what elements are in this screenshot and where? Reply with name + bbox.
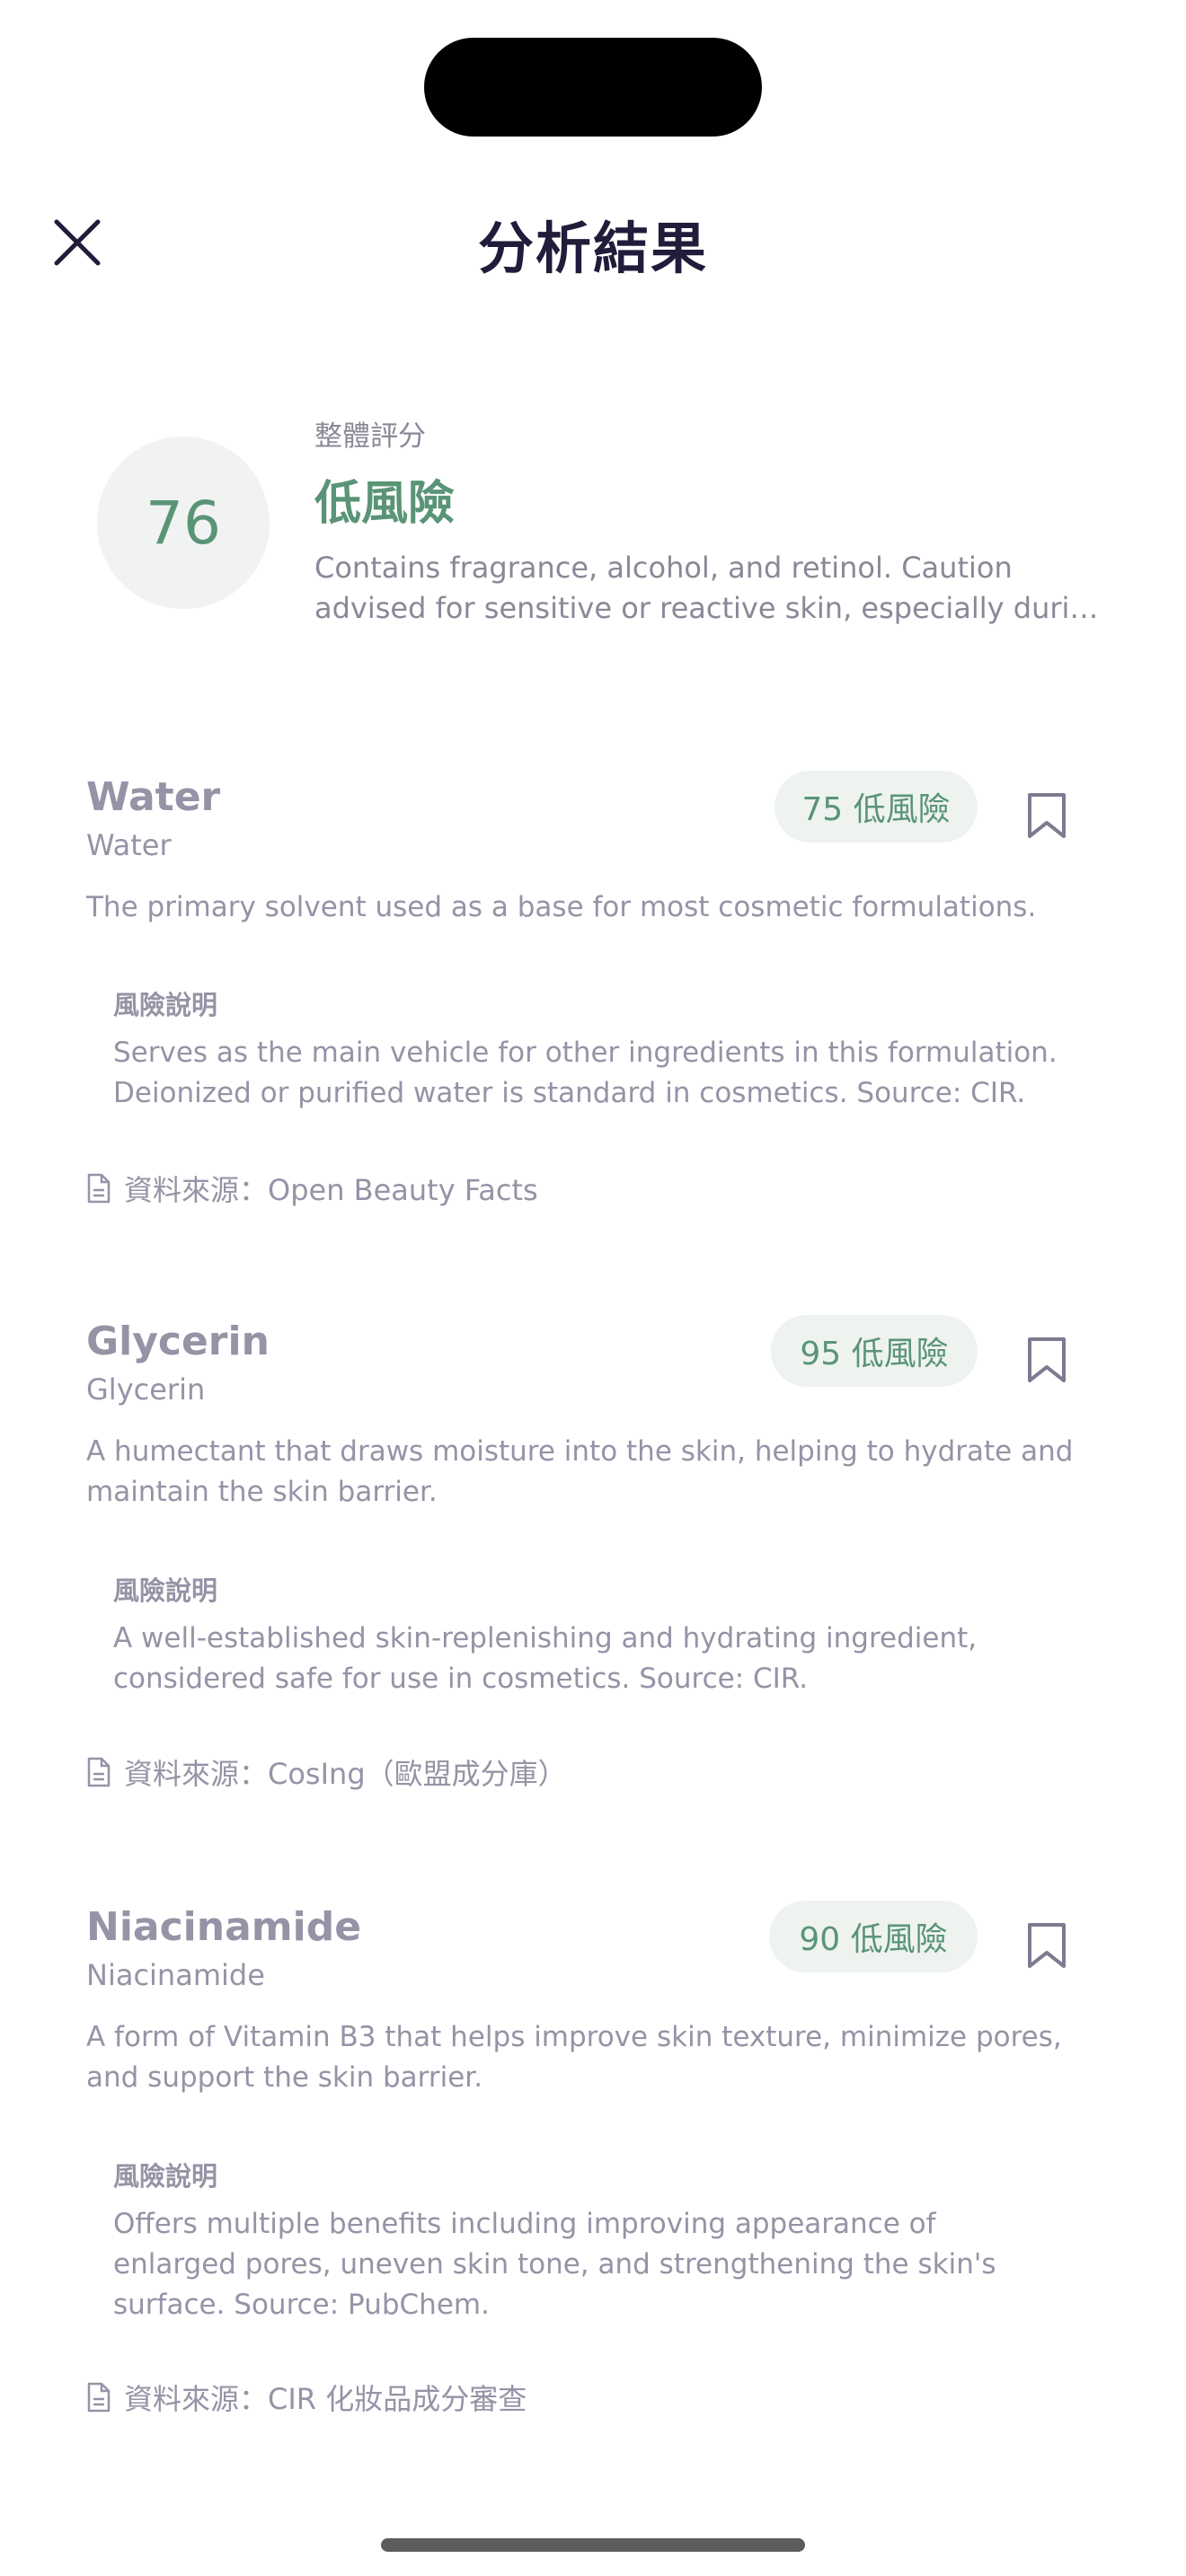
- ingredient-description: The primary solvent used as a base for m…: [86, 891, 1037, 923]
- data-source: 資料來源：CIR 化妝品成分審查: [86, 2377, 527, 2418]
- risk-badge: 75 低風險: [774, 771, 978, 842]
- document-icon: [87, 2382, 111, 2413]
- overall-summary-text: Contains fragrance, alcohol, and retinol…: [314, 551, 1105, 625]
- risk-explanation-heading: 風險說明: [113, 1575, 218, 1606]
- risk-explanation-heading: 風險說明: [113, 990, 218, 1020]
- ingredient-name: Niacinamide: [86, 1904, 362, 1950]
- ingredient-name: Glycerin: [86, 1319, 270, 1364]
- risk-badge: 95 低風險: [771, 1315, 978, 1387]
- data-source-text: 資料來源：CIR 化妝品成分審查: [124, 2382, 527, 2416]
- dynamic-island: [424, 38, 762, 137]
- data-source-text: 資料來源：Open Beauty Facts: [124, 1173, 538, 1207]
- bookmark-icon[interactable]: [1024, 1337, 1069, 1383]
- data-source: 資料來源：CosIng（歐盟成分庫）: [86, 1751, 567, 1793]
- page-title: 分析結果: [477, 216, 708, 281]
- risk-explanation-text: Serves as the main vehicle for other ing…: [113, 1037, 1058, 1109]
- overall-score-label: 整體評分: [314, 420, 426, 453]
- score-circle: 76: [97, 437, 270, 609]
- overall-score-section: 76 整體評分 低風險 Contains fragrance, alcohol,…: [97, 413, 1105, 638]
- bookmark-icon[interactable]: [1024, 1922, 1069, 1969]
- ingredient-subtitle: Glycerin: [86, 1372, 206, 1407]
- ingredient-subtitle: Niacinamide: [86, 1958, 265, 1992]
- document-icon: [87, 1173, 111, 1204]
- bookmark-icon[interactable]: [1024, 792, 1069, 839]
- ingredient-description: A humectant that draws moisture into the…: [86, 1435, 1074, 1508]
- ingredient-description: A form of Vitamin B3 that helps improve …: [86, 2021, 1062, 2094]
- risk-explanation-text: A well-established skin-replenishing and…: [113, 1622, 978, 1695]
- home-indicator[interactable]: [381, 2538, 805, 2552]
- data-source-text: 資料來源：CosIng（歐盟成分庫）: [124, 1757, 567, 1791]
- risk-explanation-text: Offers multiple benefits including impro…: [113, 2208, 996, 2321]
- overall-risk-level: 低風險: [314, 477, 456, 531]
- data-source: 資料來源：Open Beauty Facts: [86, 1168, 538, 1209]
- risk-badge: 90 低風險: [769, 1901, 978, 1972]
- document-icon: [87, 1757, 111, 1787]
- risk-explanation-heading: 風險說明: [113, 2161, 218, 2192]
- ingredient-name: Water: [86, 774, 221, 820]
- ingredient-subtitle: Water: [86, 828, 172, 862]
